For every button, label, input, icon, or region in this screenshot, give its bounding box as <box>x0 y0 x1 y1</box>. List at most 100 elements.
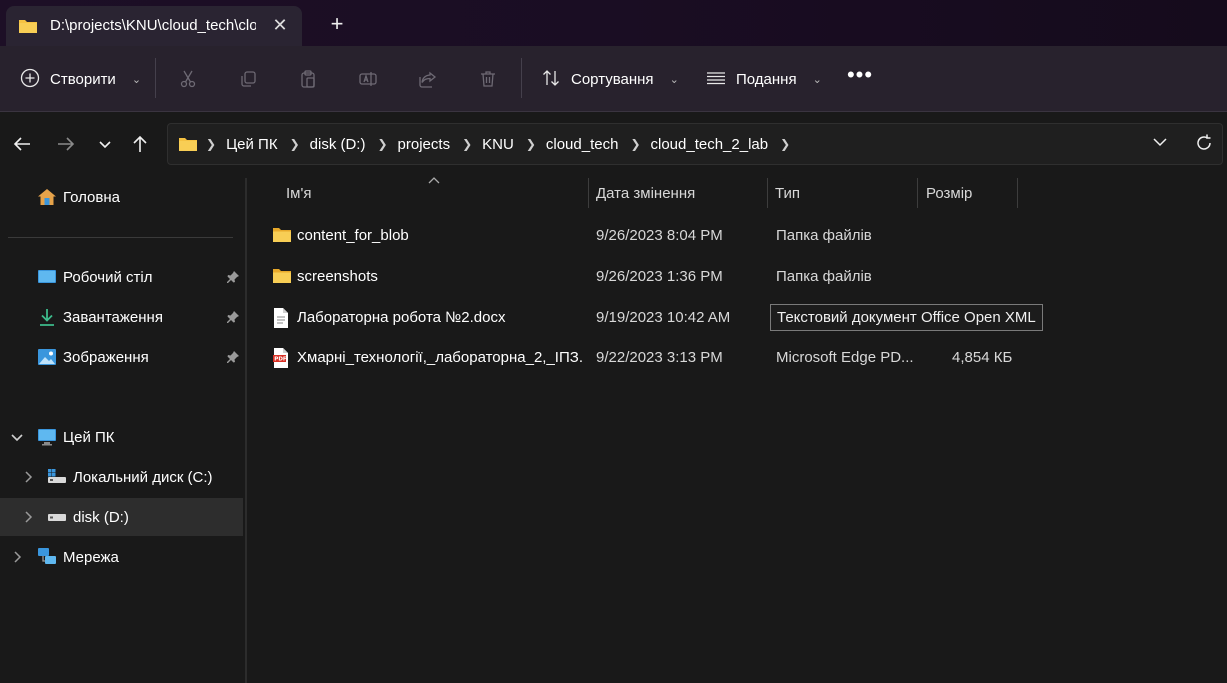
paste-icon[interactable] <box>294 65 322 93</box>
more-options-button[interactable]: ••• <box>846 64 874 92</box>
pictures-icon <box>37 347 57 367</box>
sidebar-item-downloads[interactable]: Завантаження <box>0 298 243 336</box>
network-icon <box>37 547 57 567</box>
new-tab-button[interactable]: + <box>325 12 349 36</box>
forward-arrow-icon[interactable] <box>53 131 79 157</box>
create-button[interactable]: Створити ⌄ <box>20 66 141 92</box>
close-tab-icon[interactable]: ✕ <box>270 15 290 35</box>
pin-icon[interactable] <box>226 350 240 364</box>
share-icon[interactable] <box>414 65 442 93</box>
recent-locations-chevron-icon[interactable] <box>92 131 118 157</box>
chevron-right-icon[interactable]: ❯ <box>630 137 640 151</box>
column-header-size[interactable]: Розмір <box>926 185 972 202</box>
refresh-icon[interactable] <box>1194 133 1216 155</box>
table-row[interactable]: screenshots 9/26/2023 1:36 PM Папка файл… <box>248 257 1227 297</box>
download-icon <box>37 307 57 327</box>
file-list: Ім'я Дата змінення Тип Розмір content_fo… <box>248 173 1227 683</box>
chevron-right-icon[interactable]: ❯ <box>526 137 536 151</box>
sort-ascending-icon <box>428 173 440 187</box>
breadcrumb-item[interactable]: disk (D:) <box>310 136 366 153</box>
sidebar-item-pictures[interactable]: Зображення <box>0 338 243 376</box>
divider <box>8 237 233 238</box>
chevron-right-icon[interactable] <box>21 470 35 484</box>
command-bar: Створити ⌄ Сортування ⌄ Подання ⌄ ••• <box>0 46 1227 112</box>
sidebar-item-label: Завантаження <box>63 308 163 326</box>
drive-icon <box>47 507 67 527</box>
column-header-date[interactable]: Дата змінення <box>596 185 695 202</box>
breadcrumb-item[interactable]: KNU <box>482 136 514 153</box>
cut-icon[interactable] <box>174 65 202 93</box>
chevron-down-icon: ⌄ <box>131 73 142 86</box>
toolbar-divider <box>521 58 522 98</box>
file-date: 9/19/2023 10:42 AM <box>596 309 731 326</box>
up-arrow-icon[interactable] <box>127 131 153 157</box>
chevron-right-icon[interactable] <box>21 510 35 524</box>
column-divider[interactable] <box>917 178 918 208</box>
address-bar[interactable]: ❯ Цей ПК ❯ disk (D:) ❯ projects ❯ KNU ❯ … <box>167 123 1223 165</box>
table-row[interactable]: content_for_blob 9/26/2023 8:04 PM Папка… <box>248 216 1227 256</box>
view-label: Подання <box>736 70 797 88</box>
chevron-right-icon[interactable] <box>10 550 24 564</box>
chevron-right-icon[interactable]: ❯ <box>780 137 790 151</box>
breadcrumb-item[interactable]: Цей ПК <box>226 136 278 153</box>
desktop-icon <box>37 267 57 287</box>
pane-splitter[interactable] <box>245 178 247 683</box>
copy-icon[interactable] <box>234 65 262 93</box>
column-divider[interactable] <box>1017 178 1018 208</box>
sidebar-item-label: disk (D:) <box>73 508 129 526</box>
column-divider[interactable] <box>767 178 768 208</box>
sort-button[interactable]: Сортування ⌄ <box>541 66 679 92</box>
file-name: Хмарні_технології,_лабораторна_2,_ІПЗ... <box>297 349 582 366</box>
breadcrumb-item[interactable]: cloud_tech_2_lab <box>651 136 769 153</box>
table-row[interactable]: PDF Хмарні_технології,_лабораторна_2,_ІП… <box>248 338 1227 378</box>
table-row[interactable]: Лабораторна робота №2.docx 9/19/2023 10:… <box>248 298 1227 338</box>
toolbar-divider <box>155 58 156 98</box>
navigation-pane: Головна Робочий стіл Завантаження Зображ… <box>0 173 245 683</box>
breadcrumb-item[interactable]: cloud_tech <box>546 136 619 153</box>
chevron-down-icon: ⌄ <box>669 73 679 86</box>
file-date: 9/26/2023 8:04 PM <box>596 227 723 244</box>
chevron-down-icon[interactable] <box>10 430 24 444</box>
column-header-name[interactable]: Ім'я <box>286 185 311 202</box>
breadcrumb-item[interactable]: projects <box>398 136 451 153</box>
breadcrumb: ❯ Цей ПК ❯ disk (D:) ❯ projects ❯ KNU ❯ … <box>178 135 800 153</box>
folder-icon <box>272 266 292 288</box>
chevron-right-icon: ❯ <box>206 137 217 151</box>
pin-icon[interactable] <box>226 270 240 284</box>
rename-icon[interactable] <box>354 65 382 93</box>
sidebar-item-drive-d[interactable]: disk (D:) <box>0 498 243 536</box>
back-arrow-icon[interactable] <box>9 131 35 157</box>
type-tooltip: Текстовий документ Office Open XML <box>770 304 1043 331</box>
column-divider[interactable] <box>588 178 589 208</box>
file-name: screenshots <box>297 268 378 285</box>
sidebar-item-network[interactable]: Мережа <box>0 538 243 576</box>
folder-icon <box>18 17 38 38</box>
chevron-right-icon[interactable]: ❯ <box>377 137 387 151</box>
sidebar-item-this-pc[interactable]: Цей ПК <box>0 418 243 456</box>
chevron-right-icon[interactable]: ❯ <box>462 137 472 151</box>
list-view-icon <box>706 68 726 91</box>
chevron-down-icon: ⌄ <box>812 73 822 86</box>
file-type: Папка файлів <box>776 227 872 244</box>
file-date: 9/26/2023 1:36 PM <box>596 268 723 285</box>
sidebar-item-desktop[interactable]: Робочий стіл <box>0 258 243 296</box>
view-button[interactable]: Подання ⌄ <box>706 66 822 92</box>
sidebar-item-label: Зображення <box>63 348 149 366</box>
delete-icon[interactable] <box>474 65 502 93</box>
chevron-right-icon[interactable]: ❯ <box>290 137 300 151</box>
column-header-type[interactable]: Тип <box>775 185 800 202</box>
file-size: 4,854 КБ <box>952 349 1013 366</box>
folder-icon <box>272 225 292 247</box>
tab-title: D:\projects\KNU\cloud_tech\cloud_tech_2_… <box>50 17 256 34</box>
sidebar-item-drive-c[interactable]: Локальний диск (C:) <box>0 458 243 496</box>
pdf-icon: PDF <box>272 347 292 369</box>
plus-circle-icon <box>20 68 40 91</box>
sidebar-item-label: Локальний диск (C:) <box>73 468 213 486</box>
file-name: Лабораторна робота №2.docx <box>297 309 506 326</box>
tab-current-folder[interactable]: D:\projects\KNU\cloud_tech\cloud_tech_2_… <box>6 6 302 46</box>
sidebar-item-home[interactable]: Головна <box>0 178 243 216</box>
file-type: Microsoft Edge PD... <box>776 349 914 366</box>
computer-icon <box>37 427 57 447</box>
pin-icon[interactable] <box>226 310 240 324</box>
address-history-chevron-icon[interactable] <box>1152 134 1174 156</box>
